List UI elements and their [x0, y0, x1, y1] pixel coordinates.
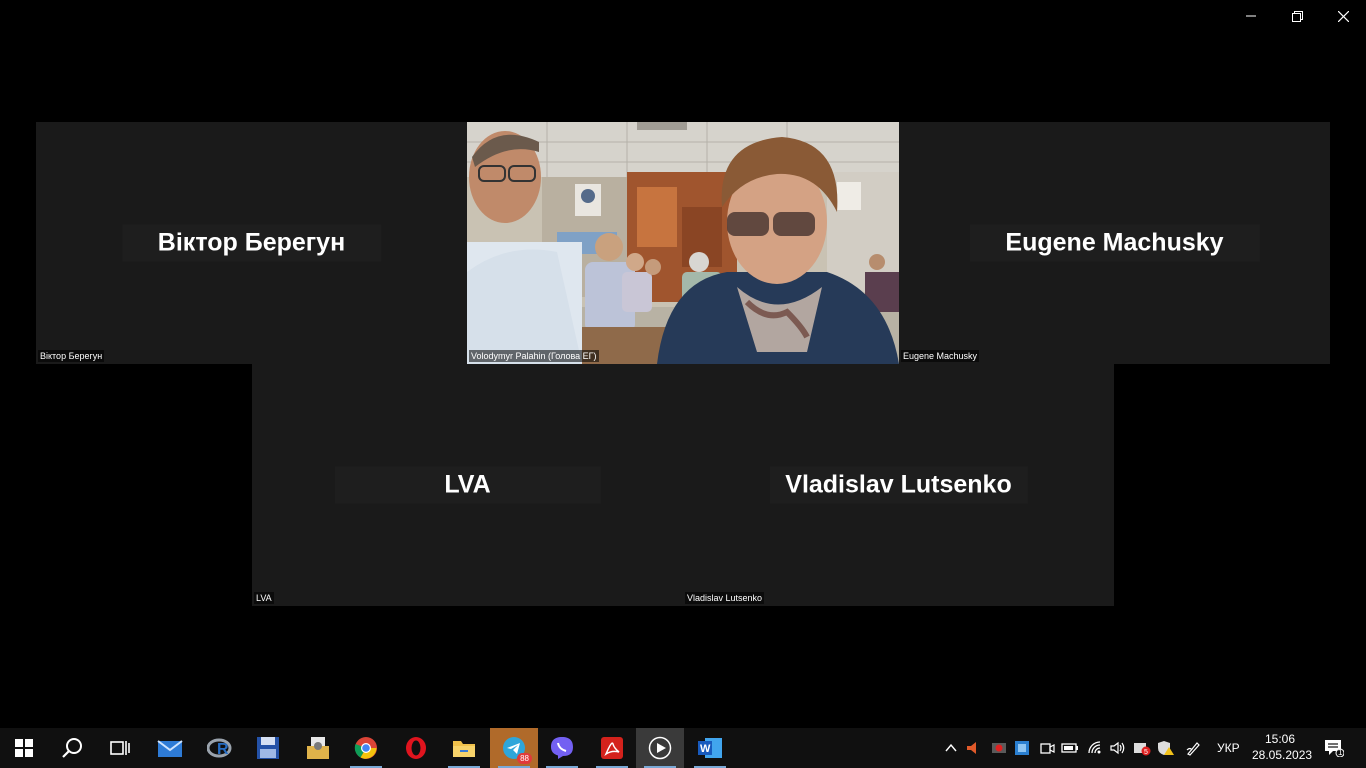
tray-network-app[interactable] — [1012, 738, 1032, 758]
clock-date: 28.05.2023 — [1252, 748, 1313, 762]
taskbar-app-mail[interactable] — [146, 728, 194, 768]
mail-icon — [157, 740, 183, 757]
svg-text:W: W — [700, 743, 711, 755]
participant-label: Eugene Machusky — [901, 350, 980, 362]
tray-wifi[interactable] — [1086, 738, 1106, 758]
volume-icon — [1110, 741, 1125, 755]
pen-workspace-icon — [1186, 742, 1200, 756]
participant-label: LVA — [254, 592, 274, 604]
search-icon — [62, 738, 82, 758]
taskbar-app-r[interactable]: R — [196, 728, 244, 768]
tray-camera[interactable] — [1037, 738, 1057, 758]
camera-icon — [1040, 743, 1055, 754]
tray-speaker-app[interactable] — [963, 738, 983, 758]
input-language-indicator[interactable]: УКР — [1217, 741, 1240, 755]
taskbar-app-acrobat[interactable] — [588, 728, 636, 768]
close-icon — [1337, 10, 1349, 22]
taskbar-app-telegram[interactable]: 88 — [490, 728, 538, 768]
taskbar-app-viber[interactable] — [538, 728, 586, 768]
tray-app-badge[interactable]: 5 — [1132, 738, 1152, 758]
tray-record-app[interactable] — [989, 738, 1009, 758]
chevron-up-icon — [945, 744, 957, 752]
search-button[interactable] — [48, 728, 96, 768]
file-manager-icon — [307, 737, 329, 759]
battery-icon — [1061, 743, 1078, 753]
tray-security[interactable] — [1156, 738, 1176, 758]
action-center-button[interactable]: 1 — [1322, 738, 1346, 758]
restore-icon — [1291, 10, 1303, 22]
word-icon: W — [698, 738, 722, 758]
taskbar-app-chrome[interactable] — [342, 728, 390, 768]
security-alert-icon — [1158, 741, 1174, 755]
participant-tile-lva[interactable]: LVA LVA — [252, 364, 683, 606]
viber-icon — [551, 737, 573, 759]
zoom-meeting-window: Віктор Берегун Віктор Берегун Volodymyr … — [0, 0, 1366, 768]
tray-pen[interactable] — [1184, 738, 1204, 758]
participant-label: Volodymyr Palahin (Голова ЕГ) — [469, 350, 599, 362]
participant-label: Віктор Берегун — [38, 350, 105, 362]
task-view-icon — [110, 741, 130, 755]
participant-tile-eugene[interactable]: Eugene Machusky Eugene Machusky — [899, 122, 1330, 364]
folder-icon — [453, 741, 475, 757]
windows-taskbar: R 88 W 5 УКР 15:06 28.05.2023 1 — [0, 728, 1366, 768]
tray-volume[interactable] — [1108, 738, 1128, 758]
task-view-button[interactable] — [96, 728, 144, 768]
wifi-icon — [1088, 741, 1101, 754]
participant-name-large: LVA — [334, 466, 601, 504]
tray-battery[interactable] — [1060, 738, 1080, 758]
participant-name-large: Vladislav Lutsenko — [769, 466, 1028, 504]
start-button[interactable] — [0, 728, 48, 768]
participant-label: Vladislav Lutsenko — [685, 592, 765, 604]
record-icon — [992, 743, 1006, 753]
taskbar-app-media-player[interactable] — [636, 728, 684, 768]
network-monitor-icon — [1015, 741, 1029, 755]
taskbar-app-opera[interactable] — [392, 728, 440, 768]
taskbar-app-files[interactable] — [294, 728, 342, 768]
participant-name-large: Віктор Берегун — [121, 224, 382, 262]
restore-button[interactable] — [1274, 0, 1320, 32]
app-badge-icon: 5 — [1134, 743, 1151, 756]
participant-tile-vladislav[interactable]: Vladislav Lutsenko Vladislav Lutsenko — [683, 364, 1114, 606]
participant-tile-volodymyr-video[interactable]: Volodymyr Palahin (Голова ЕГ) — [467, 122, 899, 364]
taskbar-app-explorer[interactable] — [440, 728, 488, 768]
notification-count: 1 — [1338, 748, 1343, 757]
windows-start-icon — [15, 739, 33, 757]
speaker-red-icon — [967, 742, 976, 754]
participant-video-feed — [467, 122, 899, 364]
media-player-icon — [648, 736, 672, 760]
close-button[interactable] — [1320, 0, 1366, 32]
clock-time: 15:06 — [1264, 732, 1296, 746]
svg-text:R: R — [217, 741, 229, 758]
taskbar-app-disk[interactable] — [244, 728, 292, 768]
chrome-icon — [354, 737, 377, 759]
save-disk-icon — [257, 737, 279, 759]
r-studio-icon: R — [207, 738, 232, 758]
minimize-icon — [1246, 15, 1256, 17]
telegram-unread-badge: 88 — [517, 753, 532, 764]
acrobat-icon — [601, 737, 623, 759]
show-hidden-icons-button[interactable] — [941, 738, 961, 758]
minimize-button[interactable] — [1228, 0, 1274, 32]
participant-name-large: Eugene Machusky — [969, 224, 1260, 262]
opera-icon — [406, 737, 426, 759]
participant-tile-viktor[interactable]: Віктор Берегун Віктор Берегун — [36, 122, 467, 364]
svg-text:5: 5 — [1144, 749, 1148, 756]
taskbar-app-word[interactable]: W — [686, 728, 734, 768]
clock[interactable]: 15:06 28.05.2023 — [1252, 731, 1313, 763]
